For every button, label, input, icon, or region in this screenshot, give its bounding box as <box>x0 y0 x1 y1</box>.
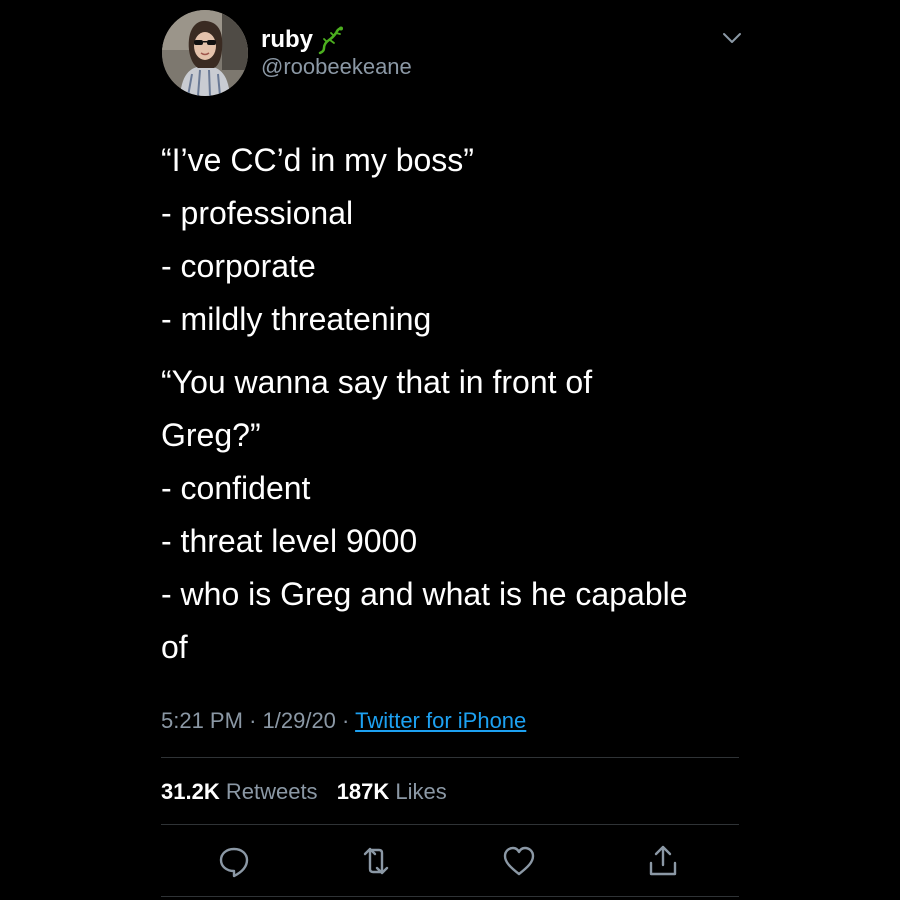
tweet-paragraph: “You wanna say that in front of Greg?” -… <box>161 364 688 665</box>
profile-photo <box>162 10 248 96</box>
action-bar <box>0 843 900 883</box>
heart-icon[interactable] <box>501 843 537 879</box>
retweet-icon[interactable] <box>358 843 394 879</box>
retweets-count: 31.2K <box>161 779 220 804</box>
likes-stat[interactable]: 187K Likes <box>337 779 447 804</box>
tweet-stats: 31.2K Retweets 187K Likes <box>161 777 460 807</box>
meta-separator: · <box>249 708 257 733</box>
lizard-icon <box>318 26 344 55</box>
tweet-date[interactable]: 1/29/20 <box>263 708 336 733</box>
author-handle[interactable]: @roobeekeane <box>261 54 412 80</box>
divider <box>161 824 739 825</box>
tweet: ruby @roobeekeane “I’ve CC’d in my boss”… <box>0 0 900 900</box>
tweet-paragraph: “I’ve CC’d in my boss” - professional - … <box>161 142 474 337</box>
share-icon[interactable] <box>645 843 681 879</box>
divider <box>161 896 739 897</box>
tweet-meta: 5:21 PM · 1/29/20 · Twitter for iPhone <box>161 706 526 736</box>
tweet-text: “I’ve CC’d in my boss” - professional - … <box>161 134 761 674</box>
divider <box>161 757 739 758</box>
tweet-time[interactable]: 5:21 PM <box>161 708 243 733</box>
meta-separator: · <box>342 708 350 733</box>
retweets-label: Retweets <box>225 779 318 804</box>
display-name[interactable]: ruby <box>261 28 313 52</box>
likes-label: Likes <box>395 779 447 804</box>
avatar[interactable] <box>162 10 248 96</box>
likes-count: 187K <box>336 779 390 804</box>
reply-icon[interactable] <box>216 843 252 879</box>
chevron-down-icon[interactable] <box>720 28 744 48</box>
retweets-stat[interactable]: 31.2K Retweets <box>161 779 324 804</box>
tweet-source-link[interactable]: Twitter for iPhone <box>355 708 526 733</box>
author-name-row[interactable]: ruby <box>261 24 347 56</box>
